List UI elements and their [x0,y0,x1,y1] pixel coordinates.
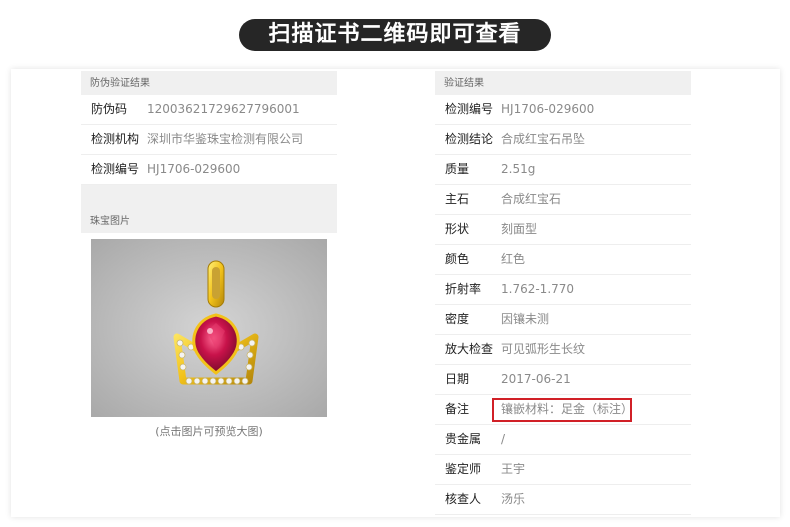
table-row: 放大检查 可见弧形生长纹 [435,335,691,365]
anti-counterfeit-panel: 防伪验证结果 防伪码 12003621729627796001 检测机构 深圳市… [81,71,337,439]
row-value: 王宇 [501,462,526,476]
row-label: 鉴定师 [445,462,482,476]
table-row: 贵金属 / [435,425,691,455]
row-label: 贵金属 [445,432,482,446]
row-label: 密度 [445,312,470,326]
row-value: 2.51g [501,162,536,176]
row-label: 形状 [445,222,470,236]
section-header-jewelry-image: 珠宝图片 [81,209,337,233]
row-value: 2017-06-21 [501,372,571,386]
row-value: 汤乐 [501,492,526,506]
section-gap [81,185,337,209]
row-value: 12003621729627796001 [147,102,300,116]
row-label: 放大检查 [445,342,494,356]
table-row: 防伪码 12003621729627796001 [81,95,337,125]
remark-highlight-box [492,398,632,422]
row-label: 检测机构 [91,132,140,146]
row-value: 红色 [501,252,526,266]
pendant-image [91,239,327,417]
row-value: HJ1706-029600 [147,162,241,176]
table-row: 主石 合成红宝石 [435,185,691,215]
row-label: 检测编号 [445,102,494,116]
table-row: 检测机构 深圳市华鉴珠宝检测有限公司 [81,125,337,155]
table-row: 折射率 1.762-1.770 [435,275,691,305]
table-row: 鉴定师 王宇 [435,455,691,485]
row-value: 合成红宝石 [501,192,562,206]
table-row: 质量 2.51g [435,155,691,185]
table-row: 检测编号 HJ1706-029600 [81,155,337,185]
row-value: 深圳市华鉴珠宝检测有限公司 [147,132,304,146]
row-value: HJ1706-029600 [501,102,595,116]
banner-title: 扫描证书二维码即可查看 [239,19,551,51]
section-header-result: 验证结果 [435,71,691,95]
row-label: 折射率 [445,282,482,296]
row-label: 防伪码 [91,102,128,116]
row-value: 可见弧形生长纹 [501,342,586,356]
table-row: 密度 因镶未测 [435,305,691,335]
table-row: 形状 刻面型 [435,215,691,245]
row-label: 颜色 [445,252,470,266]
image-caption[interactable]: (点击图片可预览大图) [81,423,337,439]
table-row: 日期 2017-06-21 [435,365,691,395]
section-header-verification: 防伪验证结果 [81,71,337,95]
row-label: 日期 [445,372,470,386]
row-value: 因镶未测 [501,312,550,326]
row-label: 检测结论 [445,132,494,146]
row-label: 备注 [445,402,470,416]
row-label: 质量 [445,162,470,176]
table-row: 检测编号 HJ1706-029600 [435,95,691,125]
verification-result-panel: 验证结果 检测编号 HJ1706-029600 检测结论 合成红宝石吊坠 质量 2.5… [435,71,691,515]
table-row: 颜色 红色 [435,245,691,275]
row-value: 1.762-1.770 [501,282,575,296]
row-value: 刻面型 [501,222,538,236]
jewelry-photo[interactable] [91,239,327,417]
table-row: 检测结论 合成红宝石吊坠 [435,125,691,155]
row-value: 合成红宝石吊坠 [501,132,586,146]
table-row: 核查人 汤乐 [435,485,691,515]
row-label: 检测编号 [91,162,140,176]
row-label: 核查人 [445,492,482,506]
row-value: / [501,432,506,446]
row-label: 主石 [445,192,470,206]
